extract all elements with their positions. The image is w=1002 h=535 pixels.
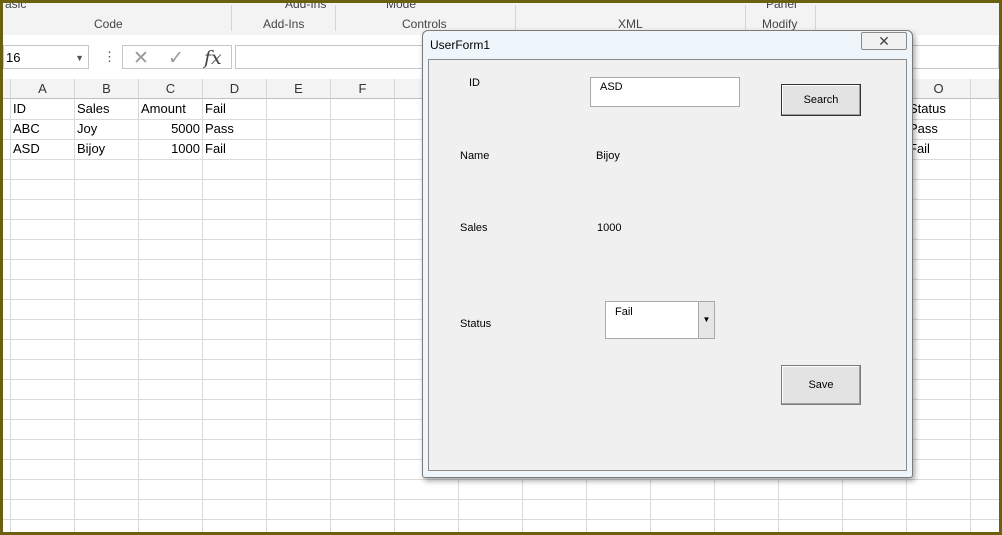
sales-label: Sales bbox=[460, 222, 488, 234]
excel-window: asic Add-Ins Mode Panel Code Add-Ins Con… bbox=[3, 3, 999, 532]
cell-a2[interactable]: ABC bbox=[13, 119, 40, 139]
gridline bbox=[266, 99, 267, 532]
column-header-o[interactable]: O bbox=[907, 79, 971, 99]
column-header-f[interactable]: F bbox=[331, 79, 395, 99]
cell-o1[interactable]: Status bbox=[909, 99, 946, 119]
cell-b2[interactable]: Joy bbox=[77, 119, 97, 139]
status-label: Status bbox=[460, 318, 492, 330]
cell-d1[interactable]: Fail bbox=[205, 99, 226, 119]
name-box[interactable]: 16 ▼ bbox=[3, 45, 89, 69]
column-header-d[interactable]: D bbox=[203, 79, 267, 99]
function-icon[interactable]: fx bbox=[204, 47, 222, 69]
userform-dialog: UserForm1 ✕ ID ASD Search Name Bijoy Sal… bbox=[422, 30, 913, 478]
search-button[interactable]: Search bbox=[781, 84, 861, 116]
gridline bbox=[202, 99, 203, 532]
userform-body: ID ASD Search Name Bijoy Sales 1000 Stat… bbox=[428, 59, 907, 471]
cell-c2[interactable]: 5000 bbox=[141, 119, 200, 139]
column-header[interactable] bbox=[971, 79, 999, 99]
ribbon-item-design-mode[interactable]: Mode bbox=[386, 3, 416, 11]
name-box-value: 16 bbox=[6, 50, 21, 65]
formula-buttons: ✕ ✓ fx bbox=[122, 45, 232, 69]
dialog-title: UserForm1 bbox=[430, 38, 491, 52]
gridline bbox=[394, 99, 395, 532]
column-header-b[interactable]: B bbox=[75, 79, 139, 99]
name-label: Name bbox=[460, 150, 490, 162]
gridline bbox=[3, 499, 999, 500]
ribbon-item-add-ins[interactable]: Add-Ins bbox=[285, 3, 326, 11]
cell-b1[interactable]: Sales bbox=[77, 99, 110, 119]
ribbon-separator bbox=[815, 5, 816, 31]
id-label: ID bbox=[469, 77, 480, 89]
enter-icon[interactable]: ✓ bbox=[168, 47, 184, 70]
sales-value: 1000 bbox=[597, 222, 622, 234]
ribbon-group-modify: Modify bbox=[762, 17, 798, 31]
ribbon-group-add-ins: Add-Ins bbox=[263, 17, 305, 31]
gridline bbox=[10, 99, 11, 532]
ribbon-separator bbox=[335, 5, 336, 31]
ribbon-separator bbox=[231, 5, 232, 31]
select-all-corner[interactable] bbox=[3, 79, 11, 99]
gridline bbox=[970, 99, 971, 532]
status-value: Fail bbox=[615, 306, 633, 318]
ribbon-group-xml: XML bbox=[618, 17, 643, 31]
gridline bbox=[74, 99, 75, 532]
gridline bbox=[3, 479, 999, 480]
ribbon-separator bbox=[515, 5, 516, 31]
status-combobox[interactable]: Fail ▼ bbox=[605, 301, 715, 339]
cancel-icon[interactable]: ✕ bbox=[133, 47, 149, 70]
save-button[interactable]: Save bbox=[781, 365, 861, 405]
chevron-down-icon[interactable]: ▼ bbox=[698, 302, 714, 338]
ribbon-group-controls: Controls bbox=[402, 17, 447, 31]
ribbon-item-basic[interactable]: asic bbox=[5, 3, 26, 11]
cell-a1[interactable]: ID bbox=[13, 99, 26, 119]
cell-o2[interactable]: Pass bbox=[909, 119, 938, 139]
more-options-icon[interactable]: ⋮ bbox=[103, 49, 116, 65]
ribbon-separator bbox=[745, 5, 746, 31]
close-icon[interactable]: ✕ bbox=[861, 32, 907, 50]
column-header-c[interactable]: C bbox=[139, 79, 203, 99]
cell-c1[interactable]: Amount bbox=[141, 99, 186, 119]
chevron-down-icon[interactable]: ▼ bbox=[75, 46, 84, 70]
column-header-e[interactable]: E bbox=[267, 79, 331, 99]
ribbon-item-document-panel[interactable]: Panel bbox=[766, 3, 797, 11]
cell-b3[interactable]: Bijoy bbox=[77, 139, 105, 159]
cell-d2[interactable]: Pass bbox=[205, 119, 234, 139]
id-input[interactable]: ASD bbox=[590, 77, 740, 107]
name-value: Bijoy bbox=[596, 150, 620, 162]
ribbon-group-code: Code bbox=[94, 17, 123, 31]
column-header-a[interactable]: A bbox=[11, 79, 75, 99]
gridline bbox=[138, 99, 139, 532]
cell-d3[interactable]: Fail bbox=[205, 139, 226, 159]
gridline bbox=[330, 99, 331, 532]
cell-a3[interactable]: ASD bbox=[13, 139, 40, 159]
gridline bbox=[3, 519, 999, 520]
cell-c3[interactable]: 1000 bbox=[141, 139, 200, 159]
